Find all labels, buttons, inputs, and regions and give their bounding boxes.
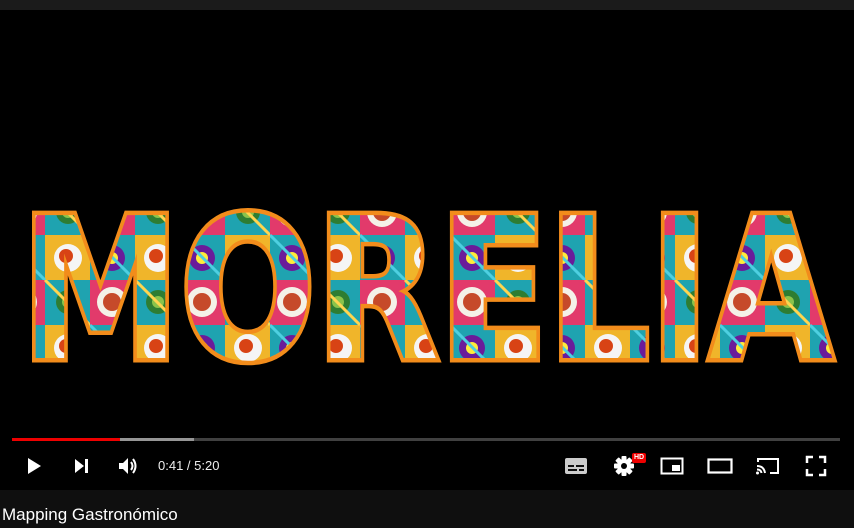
play-button[interactable] (14, 446, 54, 486)
time-separator: / (183, 458, 195, 473)
miniplayer-icon (660, 457, 684, 475)
next-icon (75, 459, 88, 473)
played-bar (12, 438, 120, 441)
progress-bar[interactable] (12, 438, 840, 441)
overlay-title: MORELIA (21, 177, 833, 405)
theater-mode-button[interactable] (700, 446, 740, 486)
video-title[interactable]: Mapping Gastronómico (2, 505, 178, 525)
top-bar (0, 0, 854, 10)
time-display: 0:41 / 5:20 (158, 446, 219, 486)
current-time: 0:41 (158, 458, 184, 473)
play-icon (28, 458, 41, 474)
cast-button[interactable] (748, 446, 788, 486)
duration: 5:20 (194, 458, 220, 473)
settings-button[interactable] (604, 446, 644, 486)
volume-icon (119, 458, 137, 474)
mute-button[interactable] (108, 446, 148, 486)
hd-badge: HD (632, 453, 647, 463)
subtitles-icon (565, 458, 587, 474)
theater-mode-icon (707, 458, 733, 474)
fullscreen-icon (805, 455, 827, 477)
cast-icon (756, 458, 779, 475)
video-player[interactable]: MORELIA 0:41 / 5:20 HD (0, 10, 854, 490)
controls-bar: 0:41 / 5:20 HD (0, 446, 854, 486)
miniplayer-button[interactable] (652, 446, 692, 486)
fullscreen-button[interactable] (796, 446, 836, 486)
next-button[interactable] (61, 446, 101, 486)
subtitles-button[interactable] (556, 446, 596, 486)
